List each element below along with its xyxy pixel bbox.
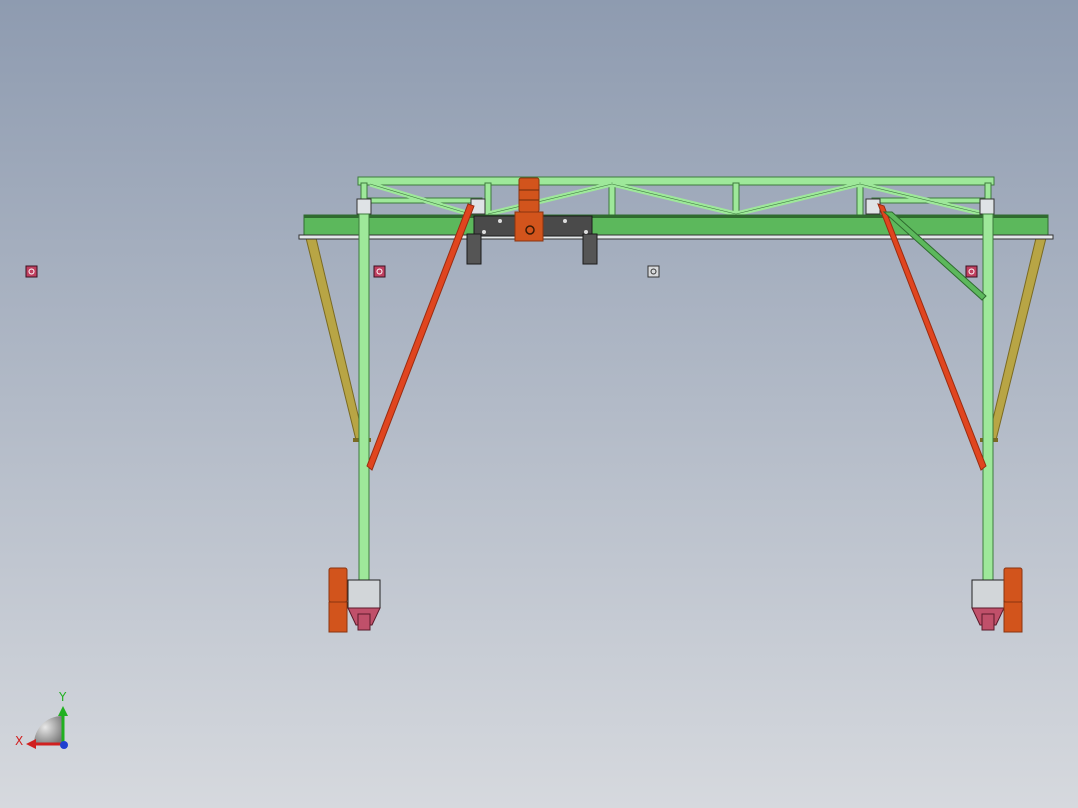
truss-vertical: [732, 182, 740, 216]
girder-top-flange: [304, 215, 1048, 218]
girder-bottom-flange: [298, 234, 1054, 240]
truss-vertical: [484, 182, 492, 216]
truss-vertical: [608, 182, 616, 216]
truss-node-right: [979, 198, 995, 215]
trolley-wheel-left: [466, 233, 482, 265]
truss-top-chord: [357, 176, 995, 186]
model-canvas[interactable]: Y X: [0, 0, 1078, 808]
reference-marker[interactable]: [25, 265, 38, 278]
trolley-bolt: [482, 230, 486, 234]
cad-viewport[interactable]: Y X: [0, 0, 1078, 808]
hoist-motor: [518, 177, 540, 213]
left-leg: [358, 213, 370, 585]
triad-x-label: X: [15, 734, 23, 748]
main-girder: [298, 214, 1054, 240]
left-wheel-hub: [357, 613, 371, 631]
left-travel-gearbox: [328, 601, 348, 633]
right-wheel-hub: [981, 613, 995, 631]
truss-node-left: [356, 198, 372, 215]
right-travel-gearbox: [1003, 601, 1023, 633]
trolley-bolt: [498, 219, 502, 223]
truss-node-right-inner: [865, 198, 881, 215]
viewport-background: [0, 0, 1078, 808]
reference-marker[interactable]: [965, 265, 978, 278]
trolley-wheel-right: [582, 233, 598, 265]
reference-marker[interactable]: [647, 265, 660, 278]
right-travel-motor: [1003, 567, 1023, 603]
truss-vertical: [856, 182, 864, 216]
left-wheel-housing: [347, 579, 381, 609]
right-wheel-housing: [971, 579, 1005, 609]
right-leg: [982, 213, 994, 585]
reference-marker[interactable]: [373, 265, 386, 278]
trolley-bolt: [563, 219, 567, 223]
trolley-bolt: [584, 230, 588, 234]
triad-y-label: Y: [58, 690, 67, 704]
left-travel-motor: [328, 567, 348, 603]
triad-z-axis: [60, 741, 68, 749]
